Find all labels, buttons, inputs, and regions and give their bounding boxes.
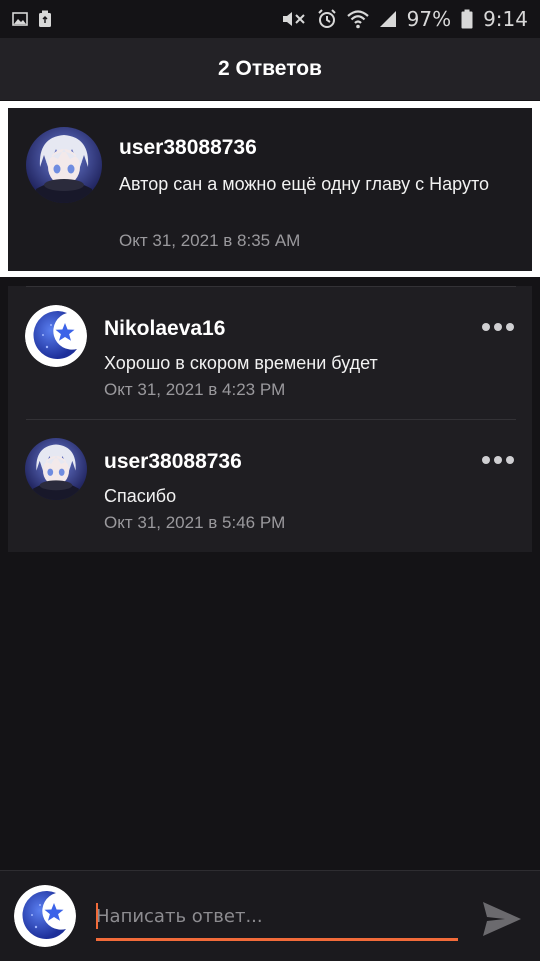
dot — [494, 323, 502, 331]
dot — [506, 323, 514, 331]
clock: 9:14 — [483, 7, 528, 31]
comment-text: Автор сан а можно ещё одну главу с Нарут… — [119, 174, 489, 194]
reply-composer — [0, 870, 540, 961]
comment-author[interactable]: user38088736 — [119, 136, 257, 160]
recycle-icon — [38, 10, 52, 28]
page-title: 2 Ответов — [218, 57, 322, 80]
reply-text: Хорошо в скором времени будет — [104, 353, 378, 373]
reply-author[interactable]: Nikolaeva16 — [104, 317, 225, 341]
more-options-button[interactable] — [482, 453, 514, 467]
image-icon — [12, 11, 28, 27]
reply-item[interactable]: Nikolaeva16 Хорошо в скором времени буде… — [8, 286, 532, 419]
send-button[interactable] — [478, 899, 526, 943]
alarm-icon — [317, 9, 337, 29]
mute-icon — [281, 9, 307, 29]
replies-list: Nikolaeva16 Хорошо в скором времени буде… — [8, 286, 532, 552]
signal-icon — [379, 10, 397, 28]
moon-star-avatar[interactable] — [25, 305, 87, 367]
status-bar: 97% 9:14 — [0, 0, 540, 38]
dot — [494, 456, 502, 464]
battery-percent: 97% — [406, 7, 452, 31]
anime-avatar[interactable] — [26, 127, 102, 203]
send-icon — [481, 900, 523, 943]
moon-star-avatar[interactable] — [14, 885, 76, 947]
reply-timestamp: Окт 31, 2021 в 4:23 PM — [104, 380, 286, 399]
status-bar-left — [12, 10, 52, 28]
anime-avatar[interactable] — [25, 438, 87, 500]
wifi-icon — [346, 9, 369, 29]
text-caret — [96, 903, 98, 929]
original-comment[interactable]: user38088736 Автор сан а можно ещё одну … — [8, 108, 532, 271]
status-bar-right: 97% 9:14 — [281, 7, 528, 31]
dot — [482, 456, 490, 464]
dot — [506, 456, 514, 464]
reply-timestamp: Окт 31, 2021 в 5:46 PM — [104, 513, 286, 532]
more-options-button[interactable] — [482, 320, 514, 334]
reply-item[interactable]: user38088736 Спасибо Окт 31, 2021 в 5:46… — [8, 419, 532, 552]
dot — [482, 323, 490, 331]
reply-input[interactable] — [96, 895, 458, 941]
replies-header: 2 Ответов — [0, 38, 540, 100]
battery-icon — [461, 9, 473, 29]
original-comment-frame: user38088736 Автор сан а можно ещё одну … — [0, 101, 540, 277]
comment-timestamp: Окт 31, 2021 в 8:35 AM — [119, 231, 301, 250]
reply-text: Спасибо — [104, 486, 177, 506]
reply-author[interactable]: user38088736 — [104, 450, 242, 474]
